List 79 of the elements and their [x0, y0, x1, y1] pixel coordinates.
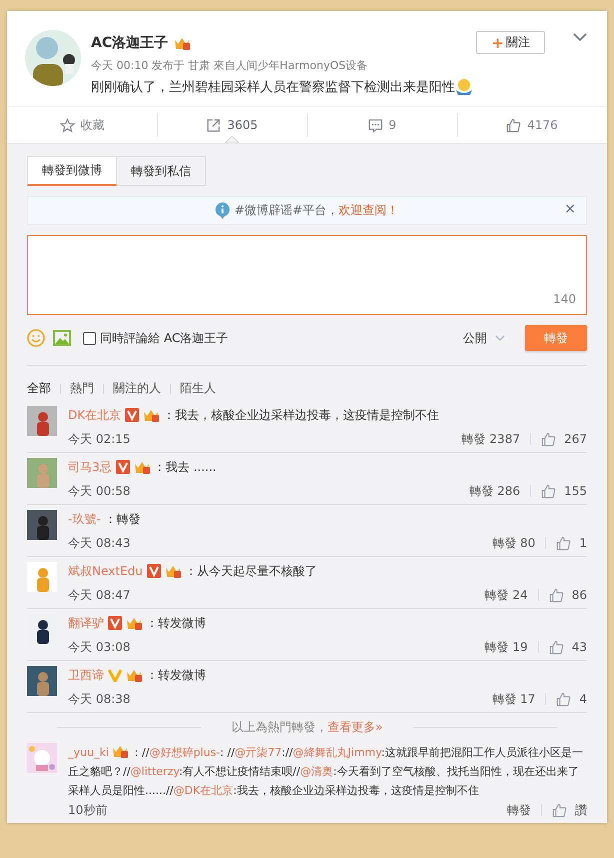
- user-name[interactable]: 司马3忌: [68, 458, 112, 476]
- repost-link[interactable]: 轉發 80: [492, 534, 536, 552]
- user-name[interactable]: DK在北京: [68, 406, 122, 424]
- thumbs-up-icon[interactable]: [552, 802, 567, 818]
- repost-text: ：我去 ......: [154, 458, 216, 476]
- repost-link[interactable]: 轉發: [507, 802, 531, 818]
- visibility-dropdown[interactable]: 公開: [463, 330, 517, 346]
- repost-text: ：转发微博: [146, 666, 206, 684]
- repost-button[interactable]: 轉發: [525, 325, 587, 351]
- comment-icon: [368, 118, 383, 132]
- character-counter: 140: [553, 292, 576, 306]
- author-name[interactable]: AC洛迦王子: [91, 34, 168, 52]
- timestamp: 今天 08:43: [68, 534, 130, 552]
- share-icon: [206, 118, 222, 132]
- like-count: 1: [579, 536, 587, 550]
- timestamp: 今天 02:15: [68, 430, 130, 448]
- filter-tab[interactable]: 全部: [27, 380, 51, 397]
- repost-text: _yuu_ki ：//@好想碎plus-: //@亓柒77://@絳舞乱丸Jimmy:这就跟早前把混阳工作人员派往小区是一丘之貉吧？//@litterzy:有人不想让疫情结束呗//@清奥:今天看到了空气核酸、找托当阳性，现在还出来了采样人员是阳性......//@DK在北京:我去，核酸企业边采样边投毒，这疫情是控制不住: [68, 743, 584, 799]
- like-count: 4: [579, 692, 587, 706]
- checkbox-label[interactable]: 同時評論給 AC洛迦王子: [100, 330, 228, 346]
- user-name[interactable]: 翻译驴: [68, 614, 104, 632]
- timestamp: 今天 00:58: [68, 482, 130, 500]
- filter-tab[interactable]: 關注的人: [113, 380, 161, 397]
- like-label[interactable]: 讚: [575, 802, 587, 818]
- thumbs-up-icon[interactable]: [556, 692, 572, 706]
- tab[interactable]: 轉發到私信: [117, 156, 206, 186]
- user-name[interactable]: _yuu_ki: [68, 746, 109, 759]
- action-button[interactable]: 收藏: [7, 107, 157, 143]
- smiley-icon[interactable]: [27, 329, 45, 347]
- tab[interactable]: 轉發到微博: [27, 156, 117, 186]
- thumbs-up-icon[interactable]: [548, 588, 564, 602]
- filter-tab[interactable]: 陌生人: [180, 380, 216, 397]
- repost-link[interactable]: 轉發 286: [469, 482, 520, 500]
- user-name[interactable]: -玖號-: [68, 510, 101, 528]
- image-icon[interactable]: [53, 329, 71, 347]
- chevron-down-icon: [495, 335, 505, 341]
- thumbs-up-icon: [506, 118, 522, 132]
- repost-link[interactable]: 轉發 24: [484, 586, 528, 604]
- thumbs-up-icon[interactable]: [548, 640, 564, 654]
- star-icon: [60, 118, 74, 132]
- user-name[interactable]: 斌叔NextEdu: [68, 562, 143, 580]
- notice-text: #微博辟谣#平台，: [234, 202, 339, 219]
- repost-text: ：转发微博: [146, 614, 206, 632]
- thumbs-up-icon[interactable]: [541, 484, 556, 498]
- hot-reposts-note: 以上為熱門轉發，: [231, 719, 328, 736]
- chevron-down-icon[interactable]: [573, 33, 587, 41]
- repost-text: ：我去，核酸企业边采样边投毒，这疫情是控制不住: [163, 406, 440, 424]
- repost-input[interactable]: 140: [27, 235, 587, 315]
- repost-link[interactable]: 轉發 17: [492, 690, 536, 708]
- follow-button[interactable]: +關注: [476, 31, 545, 54]
- timestamp: 今天 08:47: [68, 586, 130, 604]
- mention-link[interactable]: @亓柒77: [234, 746, 282, 759]
- thumbs-up-icon[interactable]: [556, 536, 572, 550]
- repost-link[interactable]: 轉發 2387: [462, 430, 520, 448]
- like-count: 155: [564, 484, 587, 498]
- post-text: 刚刚确认了，兰州碧桂园采样人员在警察监督下检测出来是阳性: [91, 79, 455, 96]
- repost-text: ：轉發: [104, 510, 141, 528]
- thumbs-up-icon[interactable]: [541, 432, 556, 446]
- mention-link[interactable]: @絳舞乱丸Jimmy: [292, 746, 382, 759]
- notice-link[interactable]: 欢迎查阅！: [338, 202, 399, 219]
- mention-link[interactable]: @好想碎plus-: [149, 746, 220, 759]
- timestamp: 今天 08:38: [68, 690, 130, 708]
- like-count: 86: [572, 588, 587, 602]
- post-meta: 今天 00:10 发布于 甘肃 來自人间少年HarmonyOS设备: [91, 58, 369, 73]
- checkbox[interactable]: [83, 332, 96, 344]
- close-button[interactable]: ×: [564, 201, 576, 217]
- filter-tab[interactable]: 熱門: [70, 380, 94, 397]
- timestamp: 今天 03:08: [68, 638, 130, 656]
- mention-link[interactable]: @litterzy: [130, 765, 179, 778]
- mention-link[interactable]: @清奥: [300, 765, 334, 778]
- timestamp: 10秒前: [68, 802, 108, 818]
- like-count: 267: [564, 432, 587, 446]
- see-more-link[interactable]: 查看更多»: [327, 719, 383, 736]
- mention-link[interactable]: @DK在北京: [173, 784, 234, 797]
- info-icon: [215, 202, 230, 219]
- repost-link[interactable]: 轉發 19: [484, 638, 528, 656]
- like-count: 43: [572, 640, 587, 654]
- repost-text: ：从今天起尽量不核酸了: [184, 562, 317, 580]
- user-name[interactable]: 卫西谛: [68, 666, 104, 684]
